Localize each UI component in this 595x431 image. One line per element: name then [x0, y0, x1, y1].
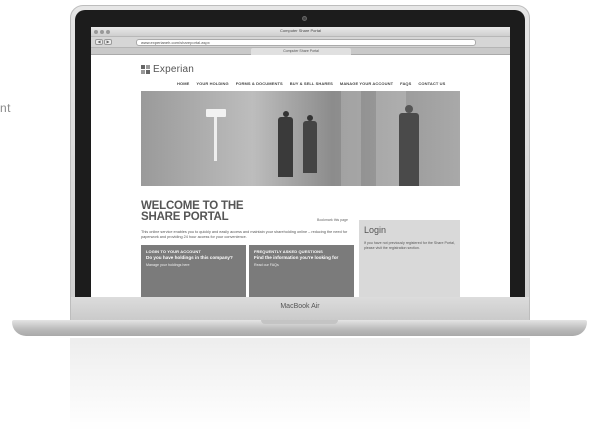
bookmark-link[interactable]: Bookmark this page: [317, 218, 348, 222]
person-head: [405, 105, 413, 113]
browser-toolbar: ◀ ▶ www.experianeh.com/shareportal.aspx: [91, 37, 510, 48]
experian-logo-icon: [141, 64, 151, 75]
screen-bezel: Computer Share Portal ◀ ▶ www.experianeh…: [75, 10, 525, 309]
nav-item-faqs[interactable]: FAQS: [400, 81, 411, 86]
login-promo-link[interactable]: Manage your holdings here: [146, 263, 241, 267]
browser-tab[interactable]: Computer Share Portal: [251, 48, 351, 55]
laptop-reflection: [70, 338, 530, 431]
laptop-model-label: MacBook Air: [280, 303, 320, 310]
glass-pane: [341, 91, 361, 186]
nav-item-your-holding[interactable]: YOUR HOLDING: [196, 81, 228, 86]
nav-item-contact[interactable]: CONTACT US: [418, 81, 445, 86]
nav-item-forms[interactable]: FORMS & DOCUMENTS: [236, 81, 283, 86]
back-button[interactable]: ◀: [95, 39, 103, 45]
title-line-2: SHARE PORTAL: [141, 211, 229, 223]
nav-item-home[interactable]: HOME: [177, 81, 189, 86]
intro-paragraph: This online service enables you to quick…: [141, 230, 348, 239]
login-promo-heading: Do you have holdings in this company?: [146, 255, 233, 260]
main-nav: HOME YOUR HOLDING FORMS & DOCUMENTS BUY …: [177, 81, 445, 86]
window-title: Computer Share Portal: [280, 28, 321, 33]
lamp-shade: [206, 109, 226, 117]
product-photo: nt Computer Share Portal ◀ ▶ www.experia…: [0, 0, 595, 431]
tab-strip: Computer Share Portal: [91, 48, 510, 55]
logo-text: Experian: [153, 64, 195, 75]
faq-promo-heading: Find the information you're looking for: [254, 255, 339, 260]
cropped-caption-text: nt: [0, 101, 12, 115]
login-promo-kicker: LOGIN TO YOUR ACCOUNT: [146, 249, 201, 254]
login-text: If you have not previously registered fo…: [364, 241, 455, 250]
login-promo-box[interactable]: LOGIN TO YOUR ACCOUNT Do you have holdin…: [141, 245, 246, 301]
address-bar[interactable]: www.experianeh.com/shareportal.aspx: [136, 39, 476, 46]
web-page: Experian HOME YOUR HOLDING FORMS & DOCUM…: [91, 55, 510, 301]
url-domain: www.experianeh.com: [141, 40, 180, 45]
browser-window: Computer Share Portal ◀ ▶ www.experianeh…: [91, 27, 510, 301]
page-title: WELCOME TO THE SHARE PORTAL: [141, 200, 244, 223]
base-notch: [261, 320, 338, 324]
hero-image: [141, 91, 460, 186]
laptop-base: [12, 320, 587, 336]
person-figure: [399, 113, 419, 186]
url-path: /shareportal.aspx: [179, 40, 210, 45]
faq-promo-box[interactable]: FREQUENTLY ASKED QUESTIONS Find the info…: [249, 245, 354, 301]
forward-button[interactable]: ▶: [104, 39, 112, 45]
person-figure: [303, 121, 317, 173]
login-title: Login: [364, 225, 387, 235]
nav-item-buy-sell[interactable]: BUY & SELL SHARES: [290, 81, 333, 86]
login-panel: Login If you have not previously registe…: [359, 220, 460, 301]
camera-icon: [302, 16, 307, 21]
site-logo[interactable]: Experian: [141, 64, 194, 75]
faq-promo-kicker: FREQUENTLY ASKED QUESTIONS: [254, 249, 323, 254]
faq-promo-link[interactable]: Read our FAQs: [254, 263, 349, 267]
browser-titlebar: Computer Share Portal: [91, 27, 510, 37]
nav-item-manage-account[interactable]: MANAGE YOUR ACCOUNT: [340, 81, 393, 86]
laptop-lid: Computer Share Portal ◀ ▶ www.experianeh…: [70, 5, 530, 310]
person-figure: [278, 117, 293, 177]
lamp-pole: [214, 116, 217, 161]
